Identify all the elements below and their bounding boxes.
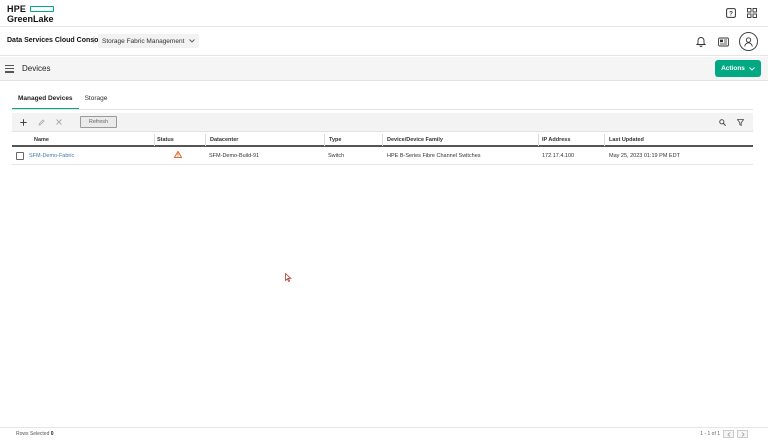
- console-bar: Data Services Cloud Console | Storage Fa…: [0, 28, 768, 56]
- column-divider: [604, 134, 605, 146]
- actions-button-label: Actions: [721, 65, 745, 72]
- refresh-button[interactable]: Refresh: [80, 116, 117, 128]
- console-separator: |: [93, 37, 95, 44]
- table-toolbar: Refresh: [12, 113, 753, 132]
- chevron-left-icon: [726, 431, 730, 437]
- pagination-summary: 1 - 1 of 1: [700, 431, 720, 437]
- delete-icon[interactable]: [54, 117, 64, 127]
- add-icon[interactable]: [18, 117, 28, 127]
- bell-icon[interactable]: [695, 36, 707, 48]
- logo-bar: [30, 6, 54, 12]
- help-icon[interactable]: ?: [725, 7, 737, 19]
- console-title[interactable]: Data Services Cloud Console: [7, 37, 104, 44]
- menu-icon[interactable]: [5, 65, 14, 73]
- cell-last-updated: May 25, 2023 01:19 PM EDT: [609, 153, 680, 159]
- hpe-greenlake-logo[interactable]: HPE GreenLake: [7, 4, 57, 24]
- next-page-button[interactable]: [737, 430, 748, 438]
- service-selector-label: Storage Fabric Management: [102, 37, 185, 45]
- column-header-device-family[interactable]: Device/Device Family: [387, 137, 443, 143]
- device-name-link[interactable]: SFM-Demo-Fabric: [29, 153, 74, 159]
- chevron-down-icon: [749, 66, 755, 71]
- column-header-status[interactable]: Status: [157, 137, 174, 143]
- column-header-name[interactable]: Name: [34, 137, 49, 143]
- chevron-down-icon: [189, 39, 196, 43]
- search-icon[interactable]: [717, 117, 727, 127]
- table-footer: Rows Selected 0 1 - 1 of 1: [0, 427, 768, 441]
- table-header: Name Status Datacenter Type Device/Devic…: [12, 133, 753, 147]
- logo-text-greenlake: GreenLake: [7, 14, 54, 24]
- tab-storage[interactable]: Storage: [79, 92, 114, 110]
- rows-selected-label: Rows Selected: [16, 431, 50, 437]
- logo-text-hpe: HPE: [7, 4, 27, 14]
- row-checkbox[interactable]: [16, 152, 24, 160]
- user-avatar-icon[interactable]: [739, 32, 758, 51]
- column-header-last-updated[interactable]: Last Updated: [609, 137, 644, 143]
- rows-selected-count: 0: [50, 431, 54, 437]
- cell-datacenter: SFM-Demo-Build-91: [209, 153, 260, 159]
- svg-text:?: ?: [729, 11, 733, 18]
- column-header-type[interactable]: Type: [329, 137, 341, 143]
- mouse-cursor-icon: [285, 269, 292, 283]
- column-header-ip-address[interactable]: IP Address: [542, 137, 570, 143]
- top-brand-bar: HPE GreenLake ?: [0, 0, 768, 27]
- column-divider: [382, 134, 383, 146]
- edit-icon[interactable]: [36, 117, 46, 127]
- app-grid-icon[interactable]: [746, 7, 758, 19]
- column-divider: [324, 134, 325, 146]
- page-header: Devices Actions: [0, 57, 768, 81]
- tab-managed-devices[interactable]: Managed Devices: [12, 92, 79, 110]
- cell-device-family: HPE B-Series Fibre Channel Switches: [387, 153, 481, 159]
- column-divider: [538, 134, 539, 146]
- chevron-right-icon: [741, 431, 745, 437]
- rows-selected-status: Rows Selected 0: [16, 431, 54, 437]
- cell-ip-address: 172.17.4.100: [542, 153, 575, 159]
- service-selector[interactable]: Storage Fabric Management: [98, 34, 200, 48]
- filter-icon[interactable]: [735, 117, 745, 127]
- page-title: Devices: [22, 64, 51, 73]
- devices-table: Name Status Datacenter Type Device/Devic…: [12, 133, 753, 165]
- column-divider: [154, 134, 155, 146]
- previous-page-button[interactable]: [723, 430, 734, 438]
- news-icon[interactable]: [717, 36, 729, 48]
- actions-button[interactable]: Actions: [715, 60, 761, 77]
- cell-type: Switch: [328, 153, 345, 159]
- tab-divider: [12, 109, 753, 110]
- pagination: 1 - 1 of 1: [700, 430, 748, 438]
- tab-bar: Managed Devices Storage: [12, 92, 113, 110]
- warning-icon: [173, 150, 183, 160]
- column-header-datacenter[interactable]: Datacenter: [210, 137, 238, 143]
- table-row[interactable]: SFM-Demo-Fabric SFM-Demo-Build-91 Switch…: [12, 147, 753, 165]
- column-divider: [205, 134, 206, 146]
